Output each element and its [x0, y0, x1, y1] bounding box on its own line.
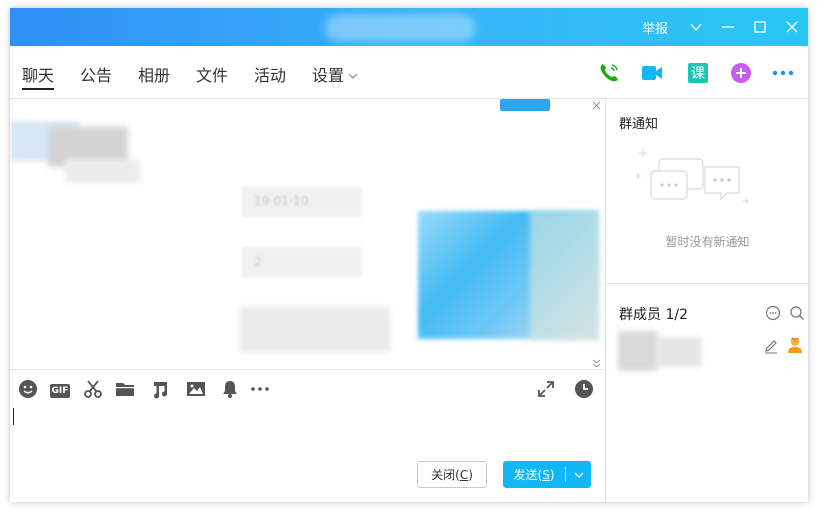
close-icon [786, 21, 798, 33]
member-search-icon[interactable] [789, 305, 805, 321]
text-cursor [13, 408, 14, 425]
add-app-icon[interactable] [729, 61, 753, 85]
blurred-message: 2 [242, 247, 362, 277]
close-button-label: 关闭 [431, 468, 456, 482]
blurred-timestamp-text: 19-01-10 [254, 194, 309, 208]
screenshot-scissors-icon[interactable] [83, 379, 103, 399]
tab-settings-label: 设置 [312, 66, 345, 85]
gif-icon-label: GIF [50, 383, 70, 398]
send-options-dropdown[interactable] [566, 461, 591, 488]
message-input[interactable] [10, 408, 605, 454]
chevron-down-icon [348, 73, 358, 79]
video-call-icon[interactable] [640, 61, 664, 85]
maximize-icon [754, 21, 766, 33]
scroll-down-icon[interactable] [592, 359, 601, 368]
expand-icon[interactable] [536, 379, 556, 399]
chevron-down-icon [574, 472, 583, 478]
group-side-panel: 群通知 暂时没有新通知 群成员 1/2 [605, 99, 808, 502]
blurred-message-text: 2 [254, 255, 262, 269]
emoji-icon[interactable] [18, 379, 38, 399]
maximize-button[interactable] [744, 8, 776, 46]
blurred-image-edge [530, 211, 600, 341]
group-members-title: 群成员 1/2 [619, 307, 688, 323]
more-icon[interactable] [771, 61, 795, 85]
tab-chat[interactable]: 聊天 [22, 62, 55, 90]
phone-call-icon[interactable] [597, 61, 621, 85]
tab-files[interactable]: 文件 [196, 62, 228, 88]
blurred-name [65, 159, 140, 183]
blurred-timestamp: 19-01-10 [242, 187, 362, 217]
more-tools-icon[interactable] [250, 379, 270, 399]
gif-icon[interactable]: GIF [50, 379, 70, 399]
send-button-label-wrap[interactable]: 发送(S) [503, 461, 565, 488]
send-button-label: 发送 [513, 468, 538, 482]
close-hotkey: C [459, 467, 469, 482]
image-icon[interactable] [186, 379, 206, 399]
empty-notice-illustration [635, 149, 749, 204]
window-title-blurred [325, 14, 475, 42]
blurred-member-avatar [618, 331, 658, 371]
empty-notice-text: 暂时没有新通知 [665, 235, 750, 249]
group-notice-title: 群通知 [619, 117, 659, 132]
tab-bar: 聊天 公告 相册 文件 活动 设置 课 [10, 46, 808, 99]
chat-message-area[interactable]: 19-01-10 2 [10, 99, 605, 369]
history-clock-icon[interactable] [574, 379, 594, 399]
blurred-message-bubble [500, 99, 550, 111]
group-owner-icon [787, 337, 803, 353]
tab-settings[interactable]: 设置 [312, 62, 358, 88]
blurred-member-name [656, 337, 701, 367]
tab-announcement[interactable]: 公告 [80, 62, 112, 88]
minimize-icon [722, 26, 734, 28]
edit-pencil-icon[interactable] [763, 338, 779, 354]
panel-divider [606, 283, 808, 284]
course-icon-label: 课 [691, 66, 705, 82]
group-chat-window: 举报 聊天 公告 相册 文件 活动 设置 课 19-01-10 2 GIF 关闭… [10, 8, 808, 502]
blurred-message [240, 307, 390, 352]
bell-icon[interactable] [220, 379, 240, 399]
chevron-down-icon [690, 23, 702, 32]
minimize-button[interactable] [712, 8, 744, 46]
close-button[interactable] [776, 8, 808, 46]
title-bar[interactable]: 举报 [10, 8, 808, 46]
tab-activity[interactable]: 活动 [254, 62, 286, 88]
close-chat-button[interactable]: 关闭(C) [417, 461, 487, 488]
send-button[interactable]: 发送(S) [503, 461, 591, 488]
folder-icon[interactable] [115, 379, 135, 399]
title-dropdown-button[interactable] [680, 8, 712, 46]
tab-album[interactable]: 相册 [138, 62, 170, 88]
send-hotkey: S [542, 467, 550, 482]
collapse-up-icon[interactable] [592, 101, 601, 110]
course-icon[interactable]: 课 [686, 61, 710, 85]
report-link[interactable]: 举报 [642, 18, 668, 37]
input-toolbar: GIF [10, 370, 605, 408]
music-icon[interactable] [150, 379, 170, 399]
member-chat-icon[interactable] [765, 305, 781, 321]
